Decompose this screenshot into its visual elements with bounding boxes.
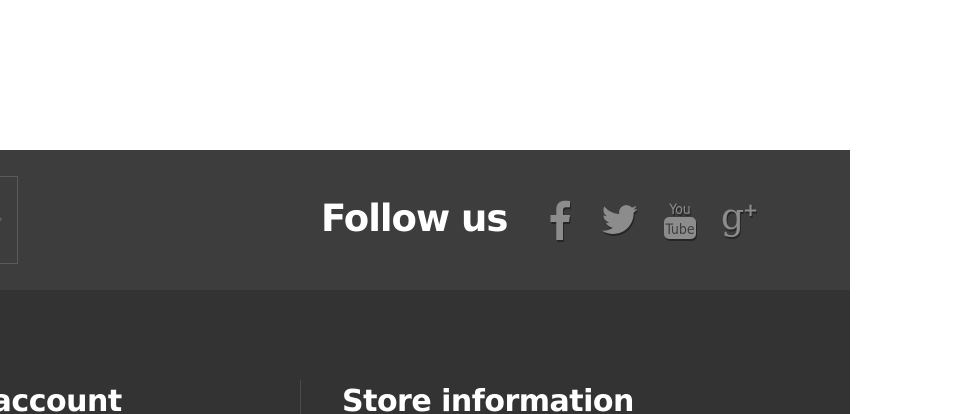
store-information-title: Store information	[342, 384, 634, 414]
youtube-logo-you: You	[668, 202, 691, 218]
svg-text:g: g	[721, 198, 744, 238]
chevron-right-icon: ›	[0, 213, 4, 225]
svg-text:+: +	[743, 200, 758, 221]
google-plus-icon: g +	[719, 198, 763, 242]
follow-us-bar: › Follow us You	[0, 150, 850, 290]
google-plus-link[interactable]: g +	[718, 198, 764, 242]
youtube-logo-tube: Tube	[664, 222, 695, 238]
facebook-link[interactable]	[545, 198, 575, 242]
twitter-icon	[602, 205, 638, 235]
youtube-link[interactable]: You Tube	[660, 198, 700, 242]
footer: › Follow us You	[0, 150, 850, 414]
youtube-icon: You Tube	[662, 199, 698, 241]
twitter-link[interactable]	[600, 198, 640, 242]
column-divider	[300, 380, 301, 414]
follow-us-title: Follow us	[321, 197, 508, 240]
footer-links-area: Your account Store information	[0, 290, 850, 414]
facebook-icon	[549, 200, 571, 240]
page: › Follow us You	[0, 0, 970, 414]
your-account-title: Your account	[0, 384, 122, 414]
